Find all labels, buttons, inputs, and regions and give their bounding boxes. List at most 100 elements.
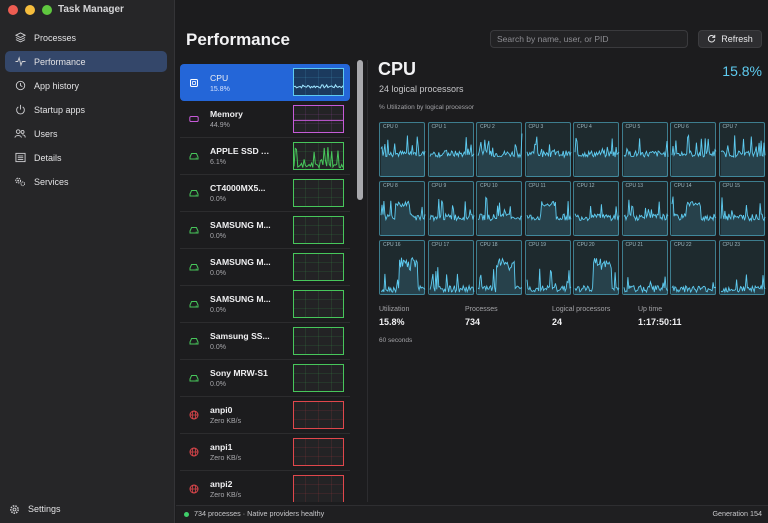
minimize-window-button[interactable]: [25, 5, 35, 15]
cpu-core-graph: CPU 10: [476, 181, 523, 236]
device-sparkline: [293, 68, 344, 96]
sidebar-item-app-history[interactable]: App history: [5, 75, 167, 96]
cpu-core-label: CPU 19: [528, 242, 547, 248]
device-item-disk[interactable]: SAMSUNG M... 0.0%: [180, 286, 350, 323]
network-icon: [189, 484, 199, 494]
device-text: anpi1 Zero KB/s: [210, 442, 274, 462]
cpu-core-label: CPU 6: [674, 124, 689, 130]
history-icon: [14, 80, 26, 92]
device-item-network[interactable]: anpi0 Zero KB/s: [180, 397, 350, 434]
refresh-button[interactable]: Refresh: [698, 30, 762, 48]
cpu-core-label: CPU 15: [722, 183, 741, 189]
cpu-core-label: CPU 11: [528, 183, 546, 189]
device-value: 0.0%: [210, 344, 226, 351]
gear-icon: [8, 503, 20, 515]
sidebar-item-details[interactable]: Details: [5, 147, 167, 168]
device-item-memory[interactable]: Memory 44.9%: [180, 101, 350, 138]
stat-processes: Processes 734: [465, 306, 555, 327]
cpu-core-trace: [429, 198, 474, 236]
device-item-disk[interactable]: APPLE SSD A... 6.1%: [180, 138, 350, 175]
sidebar-item-label: Details: [34, 152, 62, 163]
grid-caption: % Utilization by logical processor: [379, 104, 475, 111]
scrollbar-thumb[interactable]: [357, 60, 363, 200]
device-item-disk[interactable]: SAMSUNG M... 0.0%: [180, 249, 350, 286]
device-value: Zero KB/s: [210, 455, 242, 462]
device-value: 15.8%: [210, 85, 230, 93]
device-item-network[interactable]: anpi2 Zero KB/s: [180, 471, 350, 502]
cpu-core-graph: CPU 20: [573, 240, 620, 295]
stat-value: 734: [465, 317, 481, 327]
disk-icon: [189, 151, 199, 161]
cpu-core-graph: CPU 0: [379, 122, 426, 177]
panel-divider: [367, 60, 368, 502]
cpu-core-graph: CPU 3: [524, 122, 571, 177]
sidebar-item-label: Startup apps: [34, 104, 86, 115]
cpu-core-label: CPU 10: [480, 183, 498, 189]
device-text: CPU 15.8%: [210, 73, 274, 93]
cpu-core-label: CPU 8: [383, 183, 398, 189]
device-item-network[interactable]: anpi1 Zero KB/s: [180, 434, 350, 471]
device-name: APPLE SSD A...: [210, 146, 274, 156]
cpu-utilization-readout: 15.8%: [722, 63, 762, 79]
gears-icon: [14, 176, 26, 188]
device-item-cpu[interactable]: CPU 15.8%: [180, 64, 350, 101]
stat-label: Logical processors: [552, 306, 611, 313]
app-title: Task Manager: [58, 4, 124, 15]
cpu-core-trace: [671, 196, 717, 236]
sidebar: Task Manager Processes Performance App h…: [0, 0, 175, 523]
sidebar-item-users[interactable]: Users: [5, 123, 167, 144]
cpu-core-graph: CPU 2: [476, 122, 523, 177]
cpu-core-graph: CPU 8: [379, 181, 426, 236]
sidebar-item-startup-apps[interactable]: Startup apps: [5, 99, 167, 120]
device-sparkline: [293, 179, 344, 207]
device-text: Samsung SS... 0.0%: [210, 331, 274, 351]
device-value: 0.0%: [210, 381, 226, 388]
cpu-core-trace: [429, 137, 474, 177]
device-text: CT4000MX5... 0.0%: [210, 183, 274, 203]
stat-value: 24: [552, 317, 563, 327]
zoom-window-button[interactable]: [42, 5, 52, 15]
search-input[interactable]: [497, 34, 687, 44]
cpu-core-graph: CPU 7: [718, 122, 765, 177]
cpu-core-trace: [623, 138, 668, 177]
device-list-scrollbar[interactable]: [357, 60, 363, 502]
device-item-disk[interactable]: SAMSUNG M... 0.0%: [180, 212, 350, 249]
sidebar-item-label: Services: [34, 176, 69, 187]
cpu-core-graph: CPU 21: [621, 240, 668, 295]
device-name: Memory: [210, 109, 243, 119]
cpu-core-graph: CPU 4: [573, 122, 620, 177]
settings-button[interactable]: Settings: [8, 503, 61, 515]
device-item-disk[interactable]: Sony MRW-S1 0.0%: [180, 360, 350, 397]
device-item-disk[interactable]: Samsung SS... 0.0%: [180, 323, 350, 360]
disk-icon: [189, 188, 199, 198]
device-value: Zero KB/s: [210, 492, 242, 499]
sidebar-item-services[interactable]: Services: [5, 171, 167, 192]
search-box[interactable]: [490, 30, 688, 48]
cpu-core-trace: [526, 200, 571, 236]
sidebar-item-performance[interactable]: Performance: [5, 51, 167, 72]
cpu-core-label: CPU 2: [480, 124, 495, 130]
device-text: SAMSUNG M... 0.0%: [210, 257, 274, 277]
close-window-button[interactable]: [8, 5, 18, 15]
cpu-core-label: CPU 0: [383, 124, 398, 130]
health-status-dot: [184, 512, 189, 517]
page-title: Performance: [186, 30, 290, 49]
stat-value: 1:17:50:11: [638, 317, 682, 327]
cpu-core-graph: CPU 1: [427, 122, 474, 177]
cpu-core-trace: [671, 134, 717, 177]
cpu-core-trace: [623, 276, 668, 295]
device-name: Sony MRW-S1: [210, 368, 268, 378]
cpu-core-trace: [720, 197, 765, 236]
device-text: Memory 44.9%: [210, 109, 274, 129]
device-value: 0.0%: [210, 233, 226, 240]
device-list: CPU 15.8% Memory 44.9% APPLE SSD A... 6.1% CT4…: [180, 64, 350, 502]
device-item-disk[interactable]: CT4000MX5... 0.0%: [180, 175, 350, 212]
cpu-core-graph: CPU 16: [379, 240, 426, 295]
disk-icon: [189, 262, 199, 272]
cpu-core-trace: [477, 257, 523, 295]
device-name: anpi0: [210, 405, 233, 415]
device-text: anpi2 Zero KB/s: [210, 479, 274, 499]
cpu-core-label: CPU 7: [722, 124, 738, 130]
sidebar-item-processes[interactable]: Processes: [5, 27, 167, 48]
device-value: 0.0%: [210, 196, 226, 203]
